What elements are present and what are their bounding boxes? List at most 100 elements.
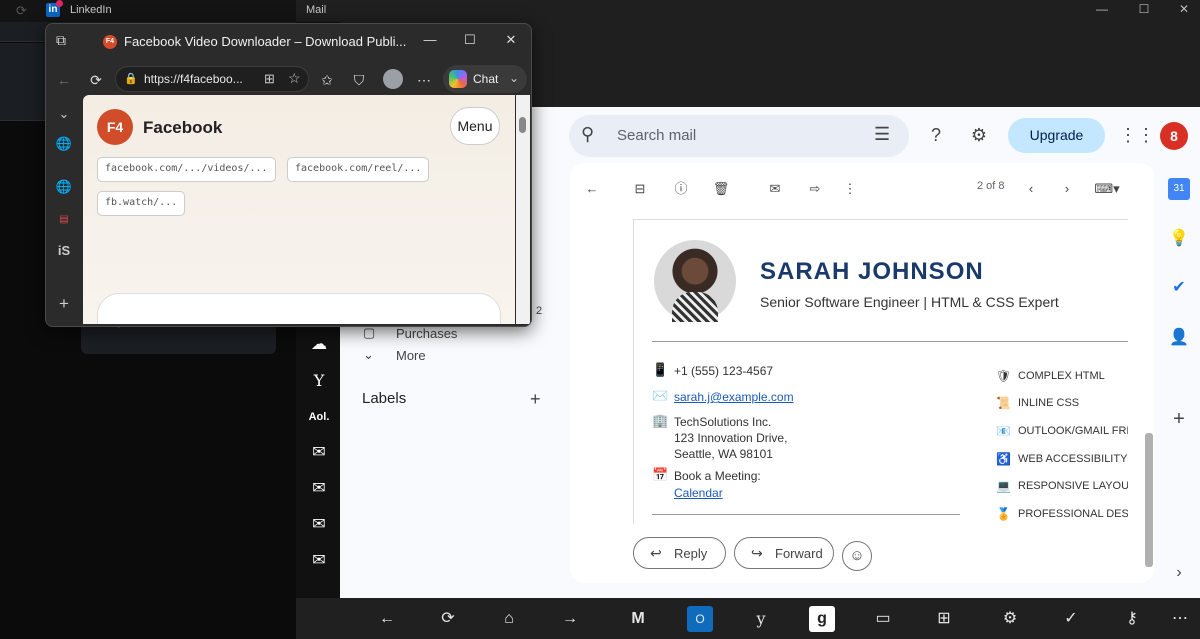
menu-button[interactable]: Menu [450, 107, 500, 145]
close-button[interactable]: ✕ [500, 32, 522, 50]
refresh-icon[interactable]: ⟳ [16, 3, 27, 19]
is-icon[interactable]: iS [54, 241, 74, 261]
globe-icon[interactable]: 🌐 [54, 134, 74, 154]
browser-popup-window: ⧉ F4 Facebook Video Downloader – Downloa… [45, 23, 532, 327]
maximize-button[interactable]: ☐ [1130, 2, 1158, 20]
maximize-button[interactable]: ☐ [459, 32, 481, 50]
chevron-down-icon[interactable]: ⌄ [54, 104, 74, 124]
copilot-chat-button[interactable]: Chat ⌄ [443, 65, 527, 93]
outlook-icon[interactable]: O [687, 606, 713, 632]
grid-icon[interactable]: ⊞ [931, 606, 957, 632]
calendar-link[interactable]: Calendar [674, 486, 723, 500]
refresh-icon[interactable]: ⟳ [86, 70, 106, 90]
lock-icon[interactable]: 🔒 [124, 72, 138, 85]
add-icon[interactable]: + [54, 294, 74, 314]
back-arrow-icon[interactable]: ← [580, 177, 604, 201]
site-favicon: F4 [103, 35, 117, 49]
minimize-button[interactable]: — [1088, 2, 1116, 20]
mail-icon[interactable]: ✉ [304, 474, 334, 504]
globe-icon[interactable]: 🌐 [54, 177, 74, 197]
input-tools-icon[interactable]: ⌨▾ [1090, 177, 1124, 201]
forward-arrow-icon[interactable]: → [557, 606, 583, 632]
aol-icon[interactable]: Aol. [304, 402, 334, 432]
popup-title: Facebook Video Downloader – Download Pub… [124, 34, 407, 49]
upgrade-button[interactable]: Upgrade [1008, 118, 1105, 153]
report-spam-icon[interactable]: ⓘ [669, 177, 693, 201]
calendar-icon[interactable]: 31 [1168, 178, 1190, 200]
copilot-icon [449, 70, 467, 88]
refresh-icon[interactable]: ⟳ [435, 606, 461, 632]
scrollbar-thumb[interactable] [519, 117, 526, 133]
nav-item-more[interactable]: ⌄ More [363, 347, 426, 363]
input-card[interactable] [97, 293, 501, 324]
check-icon[interactable]: ✓ [1058, 606, 1084, 632]
favorite-star-icon[interactable]: ☆ [288, 70, 301, 87]
mail-icon[interactable]: ✉ [304, 438, 334, 468]
address-url[interactable]: https://f4faceboo... [144, 72, 243, 86]
key-icon[interactable]: ⚷ [1119, 606, 1145, 632]
back-arrow-icon[interactable]: ← [374, 606, 400, 632]
tab-actions-icon[interactable]: ⧉ [56, 32, 66, 49]
search-box[interactable]: ⚲ Search mail ☰ [569, 115, 909, 157]
profile-avatar[interactable] [383, 69, 403, 89]
page-scrollbar[interactable] [516, 95, 530, 324]
gear-icon[interactable]: ⚙ [966, 122, 992, 148]
linkedin-titlebar: ⟳ in LinkedIn [0, 0, 296, 22]
tabs-icon[interactable]: ▭ [870, 606, 896, 632]
home-icon[interactable]: ⌂ [496, 606, 522, 632]
reply-button[interactable]: ↩ Reply [633, 537, 726, 569]
more-icon[interactable]: ⋯ [1167, 606, 1193, 632]
keep-icon[interactable]: 💡 [1168, 228, 1190, 250]
more-icon[interactable]: ⋯ [414, 70, 434, 90]
favorites-icon[interactable]: ✩ [317, 70, 337, 90]
mark-unread-icon[interactable]: ✉ [763, 177, 787, 201]
yahoo-icon[interactable]: Y [304, 366, 334, 396]
back-arrow-icon[interactable]: ← [54, 70, 74, 90]
mail-icon[interactable]: ✉ [304, 510, 334, 540]
delete-icon[interactable]: 🗑 [709, 177, 733, 201]
chat-label: Chat [473, 72, 499, 86]
avatar[interactable]: 8 [1160, 122, 1188, 150]
add-addon-icon[interactable]: + [1168, 408, 1190, 430]
forward-button[interactable]: ↪ Forward [734, 537, 834, 569]
help-icon[interactable]: ? [923, 122, 949, 148]
nav-item-label: Purchases [396, 326, 458, 341]
search-icon[interactable]: ⚲ [581, 124, 594, 145]
url-example-chip[interactable]: fb.watch/... [97, 191, 186, 216]
gmail-icon[interactable]: M [625, 606, 651, 632]
browser-sidebar: ⌄ 🌐 🌐 ▤ iS + [46, 96, 82, 326]
linkedin-title: LinkedIn [70, 4, 112, 16]
minimize-button[interactable]: — [419, 32, 441, 50]
pdf-icon[interactable]: ▤ [54, 210, 74, 230]
chevron-down-icon[interactable]: ⌄ [509, 71, 519, 85]
archive-icon[interactable]: ⊟ [628, 177, 652, 201]
more-vert-icon[interactable]: ⋮ [838, 177, 862, 201]
emoji-react-button[interactable]: ☺ [842, 541, 872, 571]
forward-icon: ↪ [751, 545, 763, 561]
app-available-icon[interactable]: ⊞ [264, 71, 275, 87]
close-button[interactable]: ✕ [1170, 2, 1198, 20]
yahoo-icon[interactable]: y [748, 606, 774, 632]
nav-item-purchases[interactable]: ▢ Purchases [363, 325, 457, 341]
apps-grid-icon[interactable]: ⋮⋮ [1119, 122, 1155, 148]
gear-icon[interactable]: ⚙ [997, 606, 1023, 632]
contacts-icon[interactable]: 👤 [1168, 327, 1190, 349]
scrollbar[interactable] [1145, 433, 1153, 567]
add-label-button[interactable]: + [530, 389, 541, 410]
tasks-icon[interactable]: ✔ [1168, 277, 1190, 299]
cloud-icon[interactable]: ☁ [304, 330, 334, 360]
move-to-icon[interactable]: ⇨ [803, 177, 827, 201]
older-chevron-icon[interactable]: › [1055, 177, 1079, 201]
filter-icon[interactable]: ☰ [874, 124, 890, 145]
newer-chevron-icon[interactable]: ‹ [1019, 177, 1043, 201]
url-example-chip[interactable]: facebook.com/reel/... [287, 157, 430, 182]
mail-icon[interactable]: ✉ [304, 546, 334, 576]
browser-essentials-icon[interactable]: ⛉ [349, 70, 369, 90]
chevron-right-icon[interactable]: › [1168, 562, 1190, 584]
forward-label: Forward [775, 546, 823, 561]
address-bar[interactable]: 🔒 https://f4faceboo... ⊞ ☆ [115, 66, 309, 92]
signature-email-link[interactable]: sarah.j@example.com [674, 390, 794, 404]
url-example-chip[interactable]: facebook.com/.../videos/... [97, 157, 276, 182]
google-icon[interactable]: g [809, 606, 835, 632]
search-input[interactable]: Search mail [617, 127, 696, 144]
